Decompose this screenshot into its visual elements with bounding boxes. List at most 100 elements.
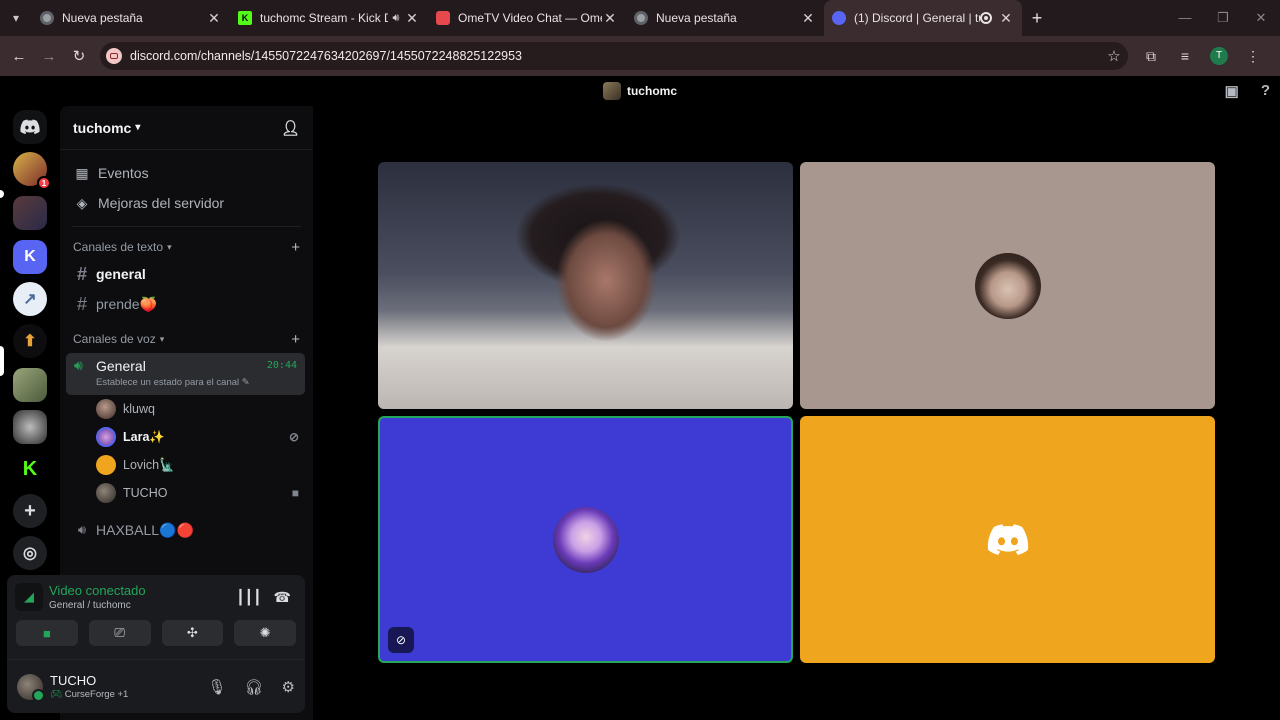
video-tile-default[interactable] xyxy=(800,416,1215,663)
tab-title: (1) Discord | General | tucho xyxy=(854,11,980,25)
chevron-down-icon: ▾ xyxy=(159,333,165,344)
tab-title: Nueva pestaña xyxy=(656,11,737,25)
category-voice-channels[interactable]: Canales de voz ▾ + xyxy=(60,327,313,351)
category-text-channels[interactable]: Canales de texto ▾ + xyxy=(60,235,313,259)
help-icon[interactable]: ? xyxy=(1261,82,1270,100)
maximize-icon[interactable]: ❐ xyxy=(1204,10,1242,26)
soundboard-button[interactable]: ✺ xyxy=(234,620,296,646)
tab-title: OmeTV Video Chat — Omegle xyxy=(458,11,602,25)
channel-name: general xyxy=(96,266,146,282)
create-channel-icon[interactable]: + xyxy=(291,331,300,348)
camera-toggle-button[interactable]: ■ xyxy=(16,620,78,646)
voice-member[interactable]: Lovich🗽 xyxy=(60,451,313,479)
reload-icon[interactable]: ↻ xyxy=(64,47,94,65)
avatar xyxy=(96,455,116,475)
channel-prende[interactable]: # prende🍑 xyxy=(60,289,313,319)
extensions-icon[interactable]: ⧉ xyxy=(1134,48,1168,65)
video-tile-avatar[interactable] xyxy=(800,162,1215,409)
menu-kebab-icon[interactable]: ⋮ xyxy=(1236,48,1270,65)
video-tile-camera[interactable] xyxy=(378,162,793,409)
minimize-icon[interactable]: — xyxy=(1166,10,1204,26)
url-text[interactable]: discord.com/channels/1455072247634202697… xyxy=(130,49,1100,63)
voice-channel-general[interactable]: 🔊︎ General 20:44 Establece un estado par… xyxy=(66,353,305,395)
microphone-icon[interactable]: 🎙︎ xyxy=(207,678,226,696)
discord-icon xyxy=(832,11,846,25)
discord-home-icon[interactable] xyxy=(13,110,47,144)
settings-gear-icon[interactable]: ⚙ xyxy=(282,678,295,696)
server-tuchomc-icon[interactable] xyxy=(13,368,47,402)
close-tab-icon[interactable]: ✕ xyxy=(800,10,816,27)
profile-avatar[interactable]: T xyxy=(1210,47,1228,65)
activities-button[interactable]: ✣ xyxy=(161,620,224,646)
server-kick-icon[interactable]: K xyxy=(13,240,47,274)
forward-icon[interactable]: → xyxy=(34,48,64,65)
browser-tab-2[interactable]: K tuchomc Stream - Kick Dash 🔊︎ ✕ xyxy=(230,0,428,36)
tab-search-button[interactable]: ▾ xyxy=(0,0,32,36)
calendar-icon: ▦ xyxy=(75,164,89,181)
avatar xyxy=(552,506,619,573)
browser-tab-3[interactable]: OmeTV Video Chat — Omegle ✕ xyxy=(428,0,626,36)
user-avatar[interactable] xyxy=(17,673,45,702)
nav-events[interactable]: ▦ Eventos xyxy=(60,158,313,188)
server-header[interactable]: tuchomc ▾ 👤︎ xyxy=(60,106,313,150)
avatar xyxy=(96,483,116,503)
noise-suppression-icon[interactable]: ┃┃┃ xyxy=(236,589,261,606)
connection-signal-icon[interactable]: ◢ xyxy=(15,583,43,611)
recording-icon xyxy=(980,12,992,24)
connection-channel[interactable]: General / tuchomc xyxy=(49,600,146,611)
connection-status[interactable]: Video conectado xyxy=(49,583,146,598)
disconnect-icon[interactable]: ☎ xyxy=(274,589,291,606)
voice-connection-panel: ◢ Video conectado General / tuchomc ┃┃┃ … xyxy=(7,575,305,659)
channel-general[interactable]: # general xyxy=(60,259,313,289)
server-kick-green-icon[interactable]: K xyxy=(13,452,47,486)
video-off-icon: ⊘ xyxy=(388,627,414,653)
audio-icon[interactable]: 🔊︎ xyxy=(388,12,404,25)
media-controls-icon[interactable]: ≡ xyxy=(1168,48,1202,64)
create-channel-icon[interactable]: + xyxy=(291,239,300,256)
server-pirates-icon[interactable] xyxy=(13,196,47,230)
back-icon[interactable]: ← xyxy=(4,48,34,65)
close-tab-icon[interactable]: ✕ xyxy=(998,10,1014,27)
speaker-icon: 🔊︎ xyxy=(77,522,87,537)
nav-server-boosts[interactable]: ◈ Mejoras del servidor xyxy=(60,188,313,218)
address-bar[interactable]: discord.com/channels/1455072247634202697… xyxy=(100,42,1128,70)
voice-member[interactable]: Lara✨ ⊘ xyxy=(60,423,313,451)
member-name: Lara✨ xyxy=(123,429,165,444)
close-tab-icon[interactable]: ✕ xyxy=(602,10,618,27)
screen-share-button[interactable]: ⎚ xyxy=(88,620,151,646)
video-tile-speaking[interactable]: ⊘ xyxy=(378,416,793,663)
voice-member[interactable]: TUCHO ■ xyxy=(60,479,313,507)
tab-title: tuchomc Stream - Kick Dash xyxy=(260,11,388,25)
server-bird-icon[interactable]: ↗ xyxy=(13,282,47,316)
boost-icon: ◈ xyxy=(76,194,88,211)
bookmark-star-icon[interactable]: ☆ xyxy=(1100,47,1128,65)
browser-tab-4[interactable]: Nueva pestaña ✕ xyxy=(626,0,824,36)
add-server-icon[interactable]: + xyxy=(13,494,47,528)
user-name[interactable]: TUCHO xyxy=(50,673,128,688)
server-name: tuchomc xyxy=(73,119,132,136)
window-controls: — ❐ ✕ xyxy=(1166,10,1280,26)
voice-member[interactable]: kluwq xyxy=(60,395,313,423)
avatar xyxy=(974,252,1041,319)
server-avatar-icon[interactable] xyxy=(13,410,47,444)
server-rocket-icon[interactable]: ⬆ xyxy=(13,324,47,358)
explore-icon[interactable]: ◎ xyxy=(13,536,47,570)
browser-tab-1[interactable]: Nueva pestaña ✕ xyxy=(32,0,230,36)
voice-channel-haxball[interactable]: 🔊︎ HAXBALL🔵🔴 xyxy=(60,515,313,545)
headphones-icon[interactable]: 🎧︎ xyxy=(245,678,264,696)
close-tab-icon[interactable]: ✕ xyxy=(206,10,222,27)
new-tab-button[interactable]: + xyxy=(1022,8,1052,29)
member-name: Lovich🗽 xyxy=(123,457,175,472)
unread-pill xyxy=(0,190,4,198)
channel-status-text[interactable]: Establece un estado para el canal xyxy=(96,377,239,388)
browser-tab-5-active[interactable]: (1) Discord | General | tucho ✕ xyxy=(824,0,1022,36)
inbox-icon[interactable]: ▣ xyxy=(1225,82,1239,100)
close-window-icon[interactable]: ✕ xyxy=(1242,10,1280,26)
close-tab-icon[interactable]: ✕ xyxy=(404,10,420,27)
site-info-icon[interactable] xyxy=(106,48,122,64)
invite-people-icon[interactable]: 👤︎ xyxy=(281,119,300,137)
chrome-icon xyxy=(634,11,648,25)
game-icon: 🎮︎ xyxy=(50,689,63,700)
pencil-icon[interactable]: ✎ xyxy=(242,377,250,388)
server-folder-icon[interactable]: 1 xyxy=(13,152,51,190)
